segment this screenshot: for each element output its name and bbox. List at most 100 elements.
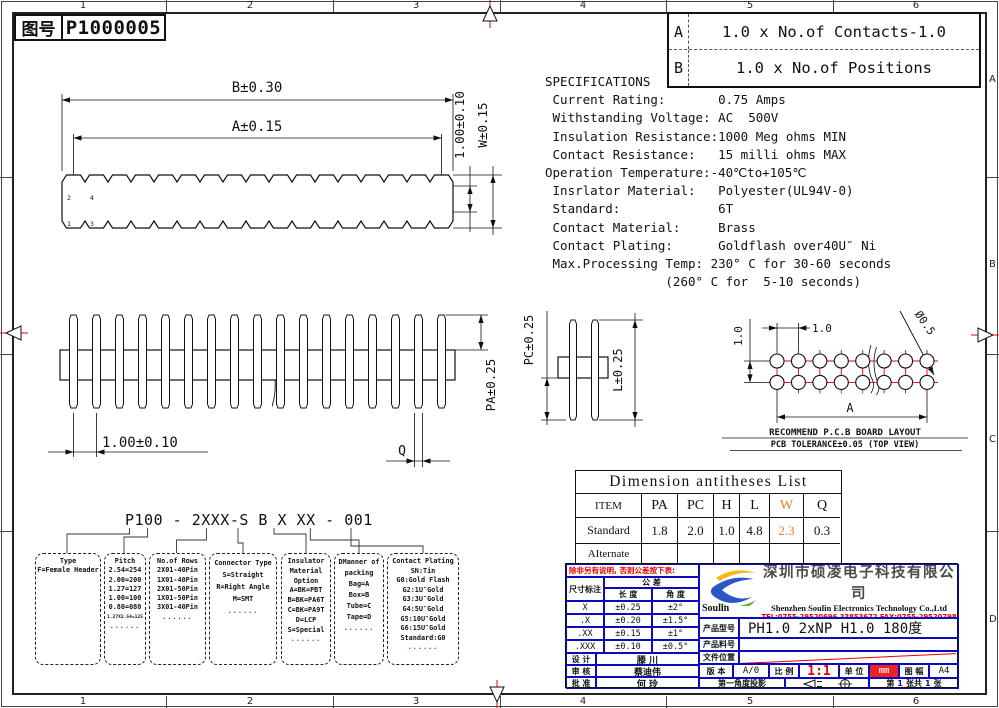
part-box-plating: Contact Plating SN:Tin G0:Gold Flash G2:… (387, 553, 459, 665)
grid-row-label: D (989, 614, 997, 625)
designer-label: 设 计 (566, 653, 596, 665)
col-header: W (770, 494, 804, 518)
frame-tick (0, 354, 12, 355)
pcb-a-label: A (846, 401, 854, 415)
page-text: 张共 (906, 678, 922, 689)
row-label: Standard (576, 518, 642, 544)
frame-tick (987, 177, 999, 178)
designer-name: 滕 川 (596, 653, 699, 665)
col-header: PC (678, 494, 714, 518)
part-box-rows: No.of Rows 2X01-40Pin 1X01-40Pin 2X01-50… (149, 553, 206, 665)
part-number-legend: P100 - 2XXX-S B X XX - 001 (30, 503, 470, 558)
part-box-line: 1.27X2.54=125 (105, 613, 145, 622)
grid-col-label: 5 (740, 0, 760, 11)
soulin-logo-icon (704, 566, 762, 606)
dimension-table: Dimension antitheses List ITEM PA PC H L… (575, 470, 842, 565)
dim-value: 0.3 (804, 518, 840, 544)
part-box-line: D=LCP (282, 616, 330, 626)
dim-b-label: B±0.30 (232, 80, 283, 96)
row-label: AIternate (576, 544, 642, 564)
frame-tick (0, 177, 12, 178)
page-count: 第 1 张共 1 张 (869, 678, 959, 689)
col-header: L (740, 494, 770, 518)
datum-target-icon (838, 678, 852, 689)
dimension-table-title: Dimension antitheses List (576, 471, 841, 494)
frame-tick (333, 696, 334, 708)
col-header: PA (642, 494, 678, 518)
part-box-line: G5:10U″Gold (388, 615, 458, 625)
part-no-label: 产品料号 (699, 638, 739, 651)
reviewer-name: 蔡迪伟 (596, 665, 699, 677)
part-box-line: M=SMT (210, 593, 276, 605)
spec-line: Contact Plating: Goldflash over40U″ Ni (545, 237, 891, 255)
tol-cell: ±0.10 (604, 640, 652, 653)
grid-col-label: 2 (240, 696, 260, 707)
dim-height-label: 1.00±0.10 (452, 91, 467, 159)
part-box-line: Tape=D (335, 612, 383, 623)
red-diagonal-line (742, 653, 955, 664)
file-loc-value (739, 651, 959, 664)
dim-value: 2.3 (770, 518, 804, 544)
file-loc-label: 文件位置 (699, 651, 739, 664)
drawing-number-box: 图号 P1000005 (14, 14, 166, 41)
tol-cell: ±0.25 (604, 601, 652, 614)
dim-value (770, 544, 804, 564)
part-box-line: 2X01-40Pin (150, 566, 205, 575)
part-box-line: 1.00=100 (105, 594, 145, 603)
scale-label: 比 例 (769, 664, 799, 678)
dimension-table-alternate-row: AIternate (576, 544, 841, 564)
dim-value (804, 544, 840, 564)
model-label: 产品型号 (699, 618, 739, 638)
dim-value: 4.8 (740, 518, 770, 544)
company-logo: Soulin (700, 564, 760, 618)
grid-col-label: 1 (73, 0, 93, 11)
grid-col-label: 5 (740, 696, 760, 707)
dim-a-label: A±0.15 (232, 119, 283, 135)
part-box-line: Pitch (105, 557, 145, 566)
part-box-line: Standard:G0 (388, 634, 458, 644)
spec-line: Withstanding Voltage: AC 500V (545, 109, 891, 127)
frame-tick (166, 0, 167, 12)
page-text: 张 (934, 678, 942, 689)
formula-key: A (669, 14, 689, 49)
company-names: 深圳市硕凌电子科技有限公司 Shenzhen Soulin Electronic… (760, 564, 958, 618)
dimension-table-header: ITEM PA PC H L W Q (576, 494, 841, 518)
grid-row-label: A (989, 74, 996, 85)
part-box-line: Box=B (335, 590, 383, 601)
spec-line: Insulation Resistance:1000 Meg ohms MIN (545, 128, 891, 146)
center-mark-bottom (485, 678, 509, 708)
grid-col-label: 4 (573, 0, 593, 11)
spec-line: Standard: 6T (545, 200, 891, 218)
frame-tick (833, 0, 834, 12)
center-mark-top (478, 0, 502, 30)
part-box-line: ...... (105, 622, 145, 631)
part-box-line: packing (335, 568, 383, 579)
part-box-line: ...... (388, 643, 458, 653)
part-box-line: ...... (210, 605, 276, 617)
part-box-line: ...... (150, 613, 205, 622)
company-name-en: Shenzhen Soulin Electronics Technology C… (760, 603, 958, 613)
part-box-line: Tube=C (335, 601, 383, 612)
spec-line: SPECIFICATIONS (545, 73, 891, 91)
grid-col-label: 1 (73, 696, 93, 707)
pcb-pitch-y-label: 1.0 (732, 326, 745, 346)
part-box-line: Bag=A (335, 579, 383, 590)
part-box-line: C=BK=PA9T (282, 606, 330, 616)
pin-number: 3 (90, 220, 94, 228)
pcb-hole-dia-label: Ø0.5 (912, 308, 938, 337)
part-box-line: 0.80=080 (105, 603, 145, 612)
spec-line: Operation Temperature:-40℃to+105℃ (545, 164, 891, 182)
part-no-value (739, 638, 959, 651)
part-box-line: 2.54=254 (105, 566, 145, 575)
tol-cell: .X (566, 614, 604, 627)
part-box-line: 3X01-40Pin (150, 603, 205, 612)
part-box-line: ...... (335, 623, 383, 634)
part-box-line: F=Female Header (36, 566, 100, 575)
part-box-pitch: Pitch 2.54=254 2.00=200 1.27=127 1.00=10… (104, 553, 146, 665)
grid-col-label: 6 (906, 0, 926, 11)
frame-tick (987, 531, 999, 532)
tolerance-note: 除非另有说明, 否则公差按下表: (566, 564, 699, 577)
approver-name: 何 玲 (596, 677, 699, 689)
part-box-line: ...... (282, 635, 330, 645)
dim-value (642, 544, 678, 564)
